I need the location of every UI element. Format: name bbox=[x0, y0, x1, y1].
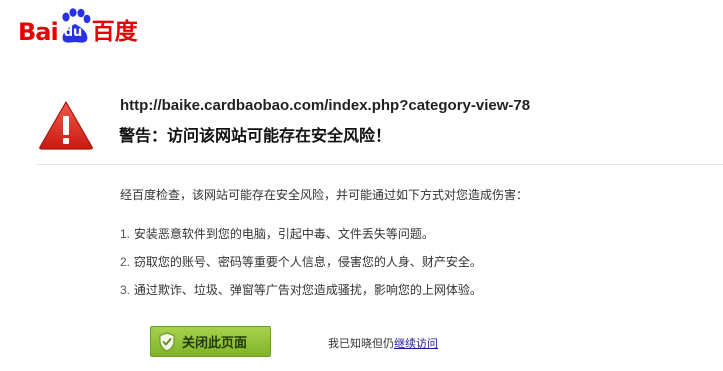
baidu-logo[interactable]: Bai du 百度 bbox=[18, 4, 138, 44]
risk-number: 2. bbox=[120, 255, 131, 269]
risk-list: 1. 安装恶意软件到您的电脑，引起中毒、文件丢失等问题。 2. 窃取您的账号、密… bbox=[120, 226, 482, 310]
risk-text: 通过欺诈、垃圾、弹窗等广告对您造成骚扰，影响您的上网体验。 bbox=[133, 283, 482, 297]
continue-prefix: 我已知晓但仍 bbox=[328, 337, 394, 350]
divider bbox=[36, 164, 723, 165]
close-page-button[interactable]: 关闭此页面 bbox=[150, 326, 271, 357]
blocked-url: http://baike.cardbaobao.com/index.php?ca… bbox=[120, 97, 531, 114]
warning-title: 警告：访问该网站可能存在安全风险！ bbox=[119, 126, 392, 145]
shield-icon bbox=[159, 331, 175, 352]
list-item: 3. 通过欺诈、垃圾、弹窗等广告对您造成骚扰，影响您的上网体验。 bbox=[120, 282, 482, 310]
logo-text-bai: Bai bbox=[18, 18, 59, 46]
paw-icon: du bbox=[59, 8, 91, 44]
continue-visit: 我已知晓但仍继续访问 bbox=[328, 335, 438, 351]
security-warning-page: Bai du 百度 http://baike.cardbaobao.com/in… bbox=[0, 0, 723, 371]
list-item: 1. 安装恶意软件到您的电脑，引起中毒、文件丢失等问题。 bbox=[120, 226, 482, 254]
risk-number: 1. bbox=[120, 227, 131, 241]
warning-triangle-icon bbox=[39, 101, 93, 150]
close-page-label: 关闭此页面 bbox=[182, 336, 248, 351]
logo-text-cn: 百度 bbox=[91, 19, 138, 45]
risk-text: 安装恶意软件到您的电脑，引起中毒、文件丢失等问题。 bbox=[133, 227, 434, 241]
list-item: 2. 窃取您的账号、密码等重要个人信息，侵害您的人身、财产安全。 bbox=[120, 254, 482, 282]
logo-text-du: du bbox=[63, 25, 83, 40]
risk-number: 3. bbox=[120, 283, 131, 297]
intro-text: 经百度检查，该网站可能存在安全风险，并可能通过如下方式对您造成伤害： bbox=[120, 188, 529, 202]
continue-visit-link[interactable]: 继续访问 bbox=[394, 337, 438, 350]
risk-text: 窃取您的账号、密码等重要个人信息，侵害您的人身、财产安全。 bbox=[133, 255, 482, 269]
